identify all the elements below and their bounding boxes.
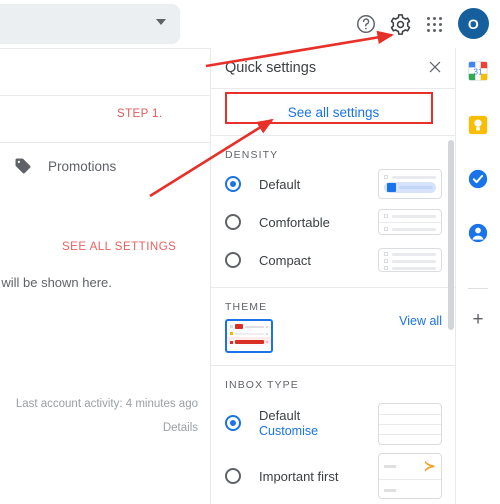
theme-view-all-link[interactable]: View all xyxy=(399,314,442,328)
step-1-annotation: STEP 1. xyxy=(117,108,163,120)
inbox-preview-important-first: ≻ xyxy=(378,453,442,499)
radio-inbox-default[interactable] xyxy=(225,415,241,431)
help-icon[interactable] xyxy=(353,11,379,37)
top-bar: O xyxy=(0,0,500,48)
theme-section-label: THEME xyxy=(225,301,268,313)
option-label: Default xyxy=(259,176,301,192)
see-all-settings-annotation: SEE ALL SETTINGS xyxy=(62,241,177,253)
rail-divider xyxy=(468,288,488,289)
inbox-preview-default xyxy=(378,403,442,445)
gear-icon[interactable] xyxy=(387,11,413,37)
panel-title: Quick settings xyxy=(225,60,317,76)
density-preview-compact xyxy=(378,248,442,272)
density-preview-comfortable xyxy=(378,209,442,235)
panel-scrollbar[interactable] xyxy=(448,140,454,330)
option-label: Comfortable xyxy=(259,214,330,230)
mail-list-pane: STEP 1. Promotions SEE ALL SETTINGS bs w… xyxy=(0,48,210,504)
customise-link[interactable]: Customise xyxy=(259,424,318,438)
density-option-compact[interactable]: Compact xyxy=(211,241,456,279)
important-marker-icon: ≻ xyxy=(423,458,436,475)
last-account-activity: Last account activity: 4 minutes ago xyxy=(15,398,198,410)
divider xyxy=(211,287,456,288)
radio-important-first[interactable] xyxy=(225,468,241,484)
details-link[interactable]: Details xyxy=(0,422,198,434)
density-section-label: DENSITY xyxy=(225,149,279,161)
inbox-type-option-default[interactable]: Default Customise xyxy=(211,395,456,451)
radio-comfortable[interactable] xyxy=(225,214,241,230)
add-icon[interactable]: + xyxy=(469,310,487,329)
radio-default[interactable] xyxy=(225,176,241,192)
density-option-default[interactable]: Default xyxy=(211,165,456,203)
density-option-comfortable[interactable]: Comfortable xyxy=(211,203,456,241)
tab-promotions[interactable]: Promotions xyxy=(0,143,210,189)
empty-state-text: bs will be shown here. xyxy=(0,275,112,290)
divider xyxy=(211,135,456,136)
density-preview-default xyxy=(378,169,442,199)
quick-settings-header: Quick settings xyxy=(211,48,456,88)
quick-settings-panel: Quick settings See all settings DENSITY … xyxy=(210,48,456,504)
svg-text:31: 31 xyxy=(473,68,483,77)
see-all-settings-row: See all settings xyxy=(211,89,456,135)
apps-grid-icon[interactable] xyxy=(421,11,447,37)
radio-compact[interactable] xyxy=(225,252,241,268)
apps-grid-dots xyxy=(426,16,442,32)
tab-label: Promotions xyxy=(48,158,117,174)
inbox-type-option-important-first[interactable]: Important first ≻ xyxy=(211,451,456,501)
avatar[interactable]: O xyxy=(458,8,489,39)
inbox-type-section-label: INBOX TYPE xyxy=(225,379,299,391)
close-icon[interactable] xyxy=(427,59,443,75)
see-all-settings-button[interactable]: See all settings xyxy=(211,97,456,127)
chevron-down-icon[interactable] xyxy=(156,19,166,25)
option-label: Default xyxy=(259,408,301,423)
option-label: Important first xyxy=(259,468,339,484)
side-rail: 31 + xyxy=(455,48,500,504)
calendar-icon[interactable]: 31 xyxy=(467,60,489,82)
divider xyxy=(0,48,210,49)
divider xyxy=(0,95,210,96)
tag-icon xyxy=(14,157,32,175)
keep-icon[interactable] xyxy=(467,114,489,136)
contacts-icon[interactable] xyxy=(467,222,489,244)
theme-thumbnail[interactable] xyxy=(225,319,273,353)
divider xyxy=(211,365,456,366)
option-label: Compact xyxy=(259,252,312,268)
search-input[interactable] xyxy=(0,4,180,44)
tasks-icon[interactable] xyxy=(467,168,489,190)
